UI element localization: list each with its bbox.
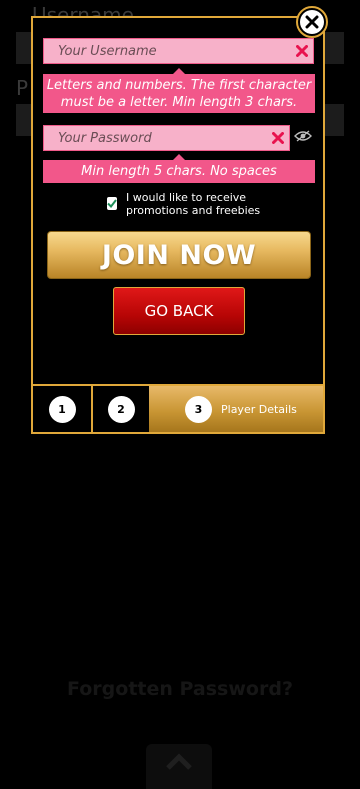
password-hint: Min length 5 chars. No spaces <box>43 154 315 183</box>
join-now-button[interactable]: JOIN NOW <box>47 231 311 279</box>
password-placeholder: Your Password <box>58 130 152 146</box>
step-3-label: Player Details <box>221 402 297 416</box>
step-2-number: 2 <box>107 395 135 423</box>
clear-x-icon[interactable] <box>291 45 313 57</box>
step-2: 2 <box>93 386 149 432</box>
forgot-password-link[interactable]: Forgotten Password? <box>0 678 360 700</box>
promotions-checkbox[interactable] <box>107 197 117 210</box>
promotions-label: I would like to receive promotions and f… <box>126 191 261 217</box>
password-input[interactable]: Your Password <box>43 125 290 151</box>
go-back-button[interactable]: GO BACK <box>113 287 245 335</box>
close-icon <box>300 10 324 34</box>
username-hint: Letters and numbers. The first character… <box>43 68 315 113</box>
scroll-to-top-button[interactable] <box>146 744 212 789</box>
registration-steps: 1 2 3 Player Details <box>33 384 323 432</box>
promotions-opt-in[interactable]: I would like to receive promotions and f… <box>107 191 307 219</box>
background-password-label: P <box>16 76 29 100</box>
step-1: 1 <box>33 386 93 432</box>
close-button[interactable] <box>296 6 328 38</box>
username-input[interactable]: Your Username <box>43 38 314 64</box>
checkmark-icon <box>107 199 117 208</box>
chevron-up-icon <box>166 753 192 770</box>
username-placeholder: Your Username <box>58 43 157 59</box>
step-3-active: 3 Player Details <box>149 386 323 432</box>
eye-icon[interactable] <box>294 127 312 146</box>
clear-x-icon[interactable] <box>267 132 289 144</box>
step-1-number: 1 <box>48 395 76 423</box>
step-3-number: 3 <box>185 395 212 423</box>
